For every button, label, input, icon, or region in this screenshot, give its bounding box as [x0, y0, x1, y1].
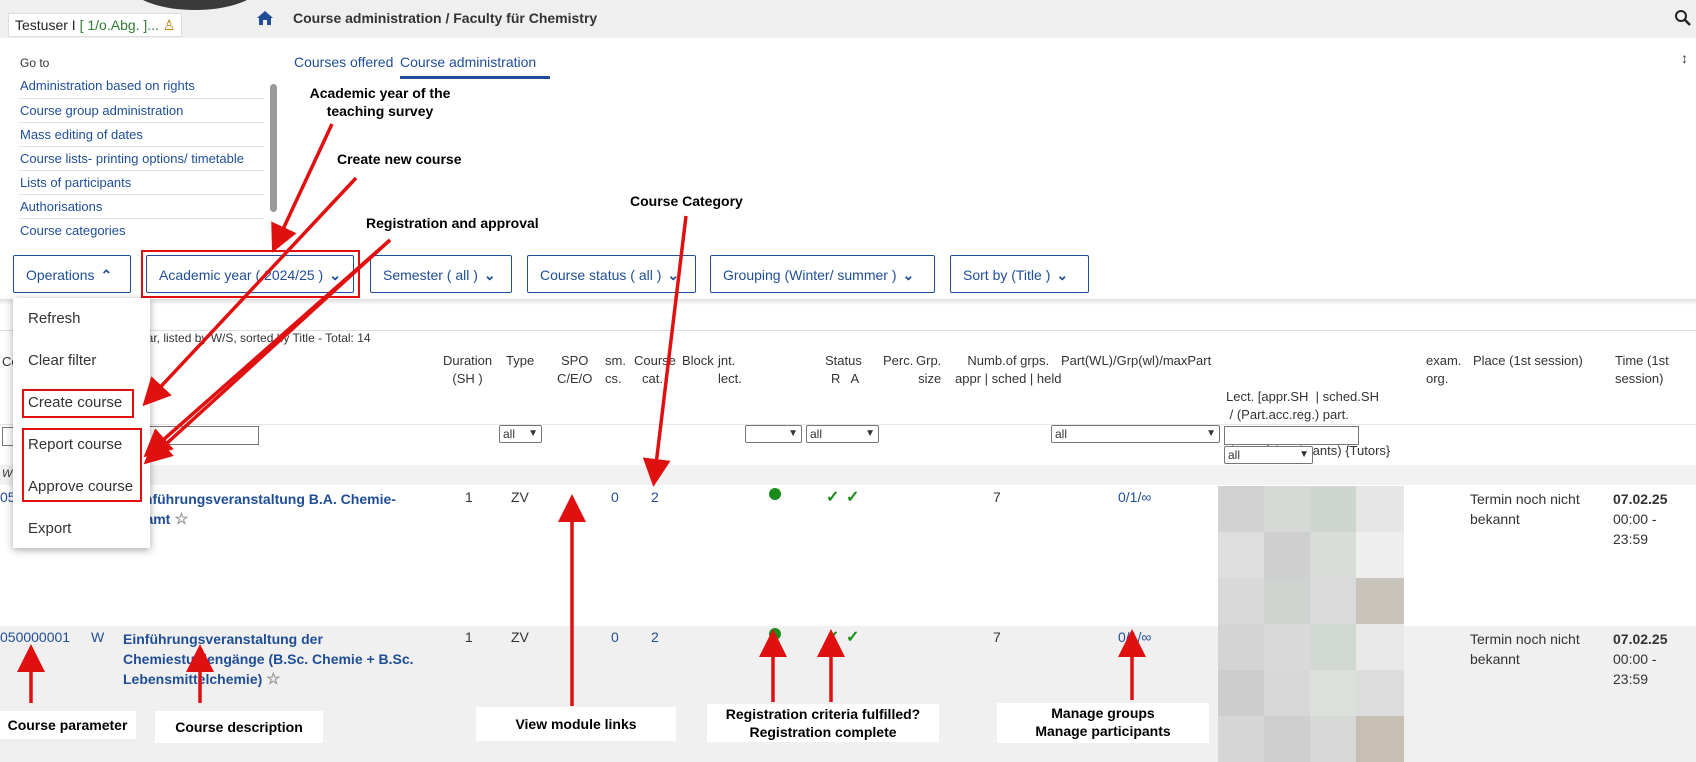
arrow-course-category	[642, 215, 688, 487]
arrow-approve-course	[143, 238, 392, 465]
arrow-academic-year	[271, 123, 334, 253]
annotation-arrows	[17, 123, 1146, 706]
